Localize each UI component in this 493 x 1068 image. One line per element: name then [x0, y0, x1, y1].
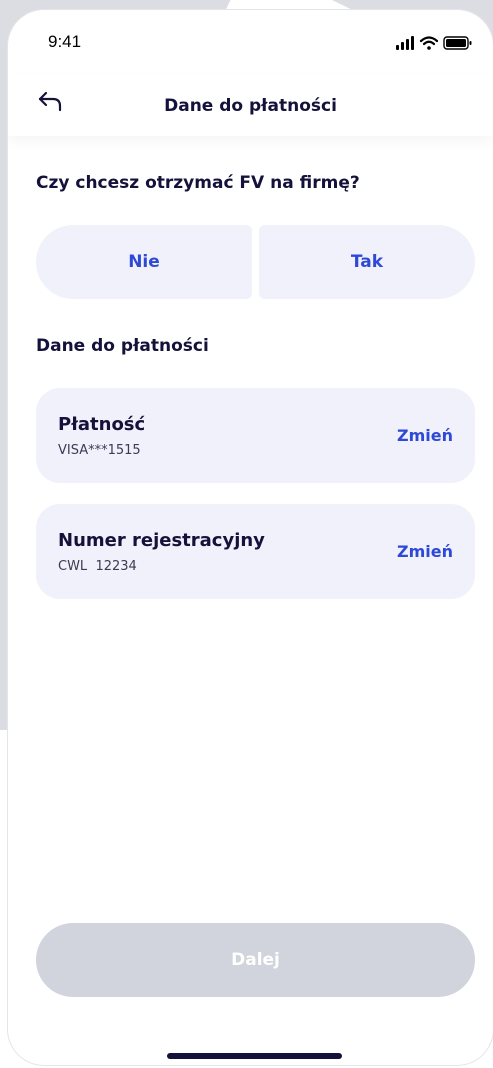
page-title: Dane do płatności: [164, 96, 337, 116]
status-bar: 9:41: [8, 10, 493, 74]
payment-section-title: Dane do płatności: [36, 336, 209, 356]
status-time: 9:41: [48, 32, 82, 51]
payment-method-title: Płatność: [58, 414, 146, 435]
invoice-option-yes[interactable]: Tak: [259, 225, 475, 299]
registration-number-title: Numer rejestracyjny: [58, 530, 265, 551]
home-indicator: [167, 1053, 342, 1059]
invoice-option-yes-label: Tak: [350, 252, 384, 272]
status-icons: [396, 36, 472, 50]
invoice-question: Czy chcesz otrzymać FV na firmę?: [36, 173, 360, 193]
battery-icon: [443, 36, 472, 50]
invoice-option-no-label: Nie: [128, 252, 160, 272]
wifi-icon: [419, 36, 439, 50]
next-button[interactable]: Dalej: [36, 923, 475, 997]
registration-number-value: CWL 12234: [58, 559, 137, 574]
signal-icon: [396, 36, 414, 50]
payment-method-value: VISA***1515: [58, 443, 141, 458]
registration-number-card: Numer rejestracyjny CWL 12234 Zmień: [36, 504, 475, 599]
app-header: Dane do płatności: [8, 74, 493, 136]
invoice-option-no[interactable]: Nie: [36, 225, 252, 299]
change-registration-link[interactable]: Zmień: [397, 542, 453, 561]
phone-screen: 9:41 Dane do płatności Czy chcesz otrzym…: [8, 10, 493, 1065]
change-payment-link[interactable]: Zmień: [397, 426, 453, 445]
payment-method-card: Płatność VISA***1515 Zmień: [36, 388, 475, 483]
